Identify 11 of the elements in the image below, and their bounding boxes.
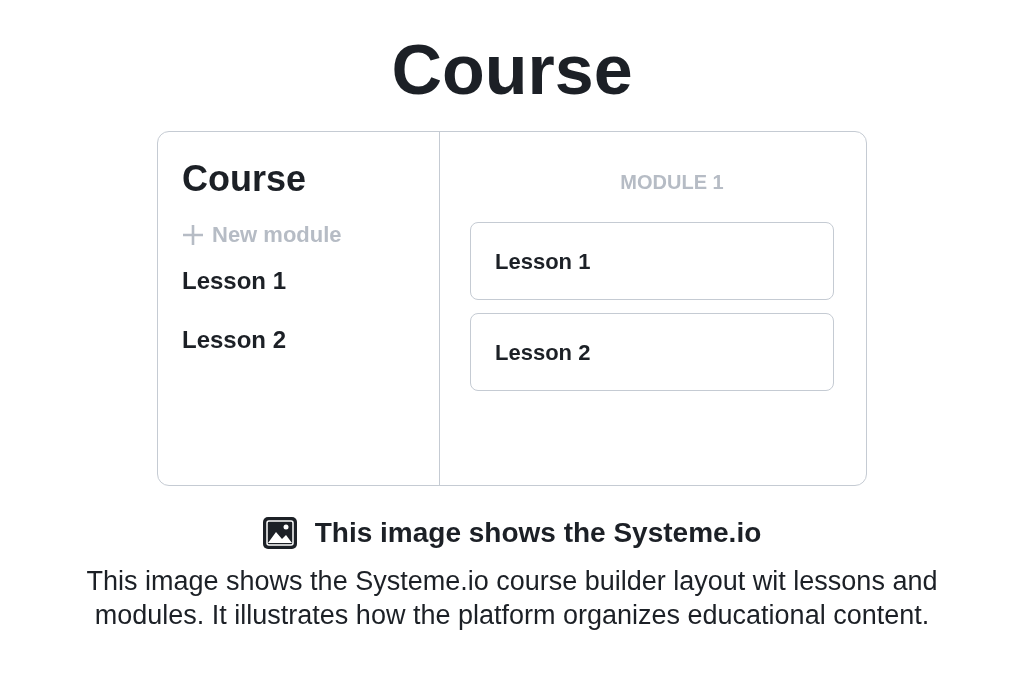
image-icon [262,517,297,549]
lesson-card[interactable]: Lesson 1 [470,222,834,300]
lesson-item[interactable]: Lesson 1 [182,266,287,296]
plus-icon [182,224,204,246]
lesson-card[interactable]: Lesson 2 [470,313,834,391]
caption-heading: This image shows the Systeme.io [314,516,762,550]
lesson-item[interactable]: Lesson 2 [182,325,287,355]
caption-text: This image shows the Systeme.io course builder layout wit lessons and modules. It illustrates how the platform organizes educational content. [85,565,939,632]
page-title: Course [391,30,633,110]
sidebar-title: Course [182,157,307,201]
module-title: MODULE 1 [620,170,724,195]
